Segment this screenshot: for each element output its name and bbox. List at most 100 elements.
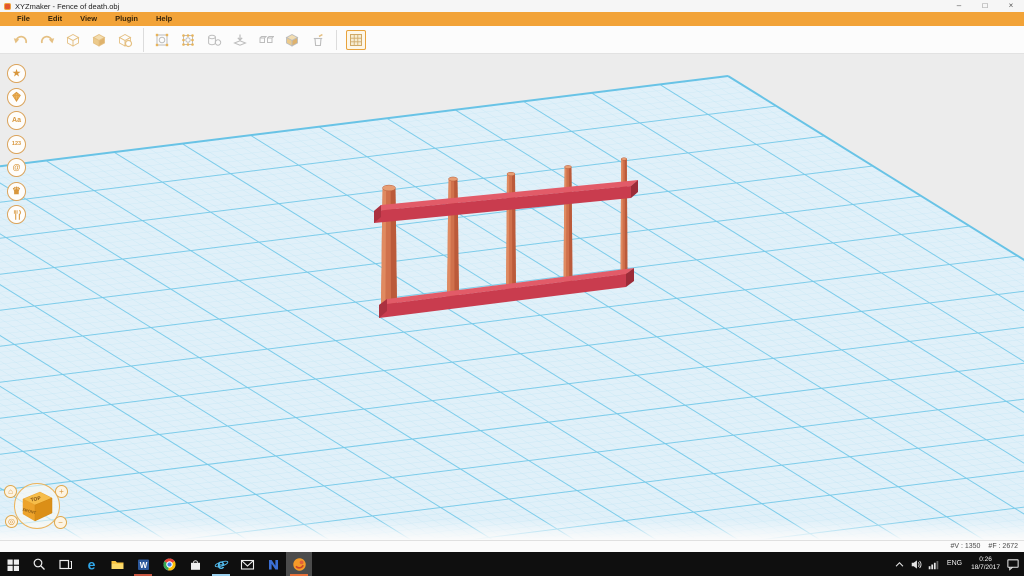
- delete-button[interactable]: [305, 28, 331, 52]
- mail-icon: [240, 559, 254, 570]
- sidebar-item-favorites[interactable]: ★: [7, 64, 26, 83]
- xyzmaker-icon: [292, 557, 306, 571]
- taskbar-internet-explorer-button[interactable]: e: [208, 552, 234, 576]
- transform-button[interactable]: [175, 28, 201, 52]
- status-bar: #V : 1350 #F : 2672: [0, 540, 1024, 552]
- windows-taskbar: e We ENG 0:26 18/7/2017: [0, 552, 1024, 576]
- tray-chevron-icon[interactable]: [892, 552, 908, 576]
- align-button[interactable]: [253, 28, 279, 52]
- mirror-button[interactable]: [201, 28, 227, 52]
- menu-view[interactable]: View: [71, 12, 106, 26]
- chrome-icon: [163, 557, 175, 570]
- new-model-button[interactable]: [60, 28, 86, 52]
- main-toolbar: [0, 26, 1024, 54]
- menu-help[interactable]: Help: [147, 12, 181, 26]
- system-tray: ENG 0:26 18/7/2017: [892, 552, 1024, 576]
- sidebar-item-shapes[interactable]: [7, 87, 26, 107]
- clock-date: 18/7/2017: [971, 564, 1000, 571]
- home-view-button[interactable]: ⌂: [4, 485, 17, 498]
- toolbar-group: [8, 28, 138, 52]
- action-center-icon[interactable]: [1005, 552, 1021, 576]
- window-controls: – □ ×: [946, 0, 1024, 12]
- drop-to-platform-button[interactable]: [227, 28, 253, 52]
- menu-file[interactable]: File: [8, 12, 39, 26]
- utensils-icon: [13, 209, 21, 220]
- redo-icon: [40, 35, 55, 43]
- numbers-icon: 123: [11, 141, 22, 147]
- title-bar: XYZmaker - Fence of death.obj – □ ×: [0, 0, 1024, 12]
- start-icon: [7, 559, 19, 571]
- sidebar-item-numbers[interactable]: 123: [7, 134, 26, 154]
- minimize-button[interactable]: –: [946, 0, 972, 12]
- menu-edit[interactable]: Edit: [39, 12, 71, 26]
- menu-plugin[interactable]: Plugin: [106, 12, 147, 26]
- language-indicator[interactable]: ENG: [943, 552, 966, 576]
- star-icon: ★: [12, 68, 21, 78]
- taskbar-file-explorer-button[interactable]: [104, 552, 130, 576]
- at-icon: @: [12, 163, 21, 172]
- app-window: XYZmaker - Fence of death.obj – □ × File Ed…: [0, 0, 1024, 576]
- redo-button[interactable]: [34, 28, 60, 52]
- taskbar-chrome-button[interactable]: [156, 552, 182, 576]
- taskbar-task-view-button[interactable]: [52, 552, 78, 576]
- sidebar-item-text[interactable]: Aa: [7, 111, 26, 130]
- taskbar-edge-button[interactable]: e: [78, 552, 104, 576]
- app-logo-icon: [4, 2, 11, 10]
- grid-view-button[interactable]: [346, 29, 366, 50]
- new-model-icon: [66, 33, 80, 47]
- window-title: XYZmaker - Fence of death.obj: [15, 1, 120, 11]
- 3d-viewport[interactable]: ★ Aa 123 @ ♛ TOP FRONT ⌂ + ◎ −: [0, 54, 1024, 540]
- clock-time: 0:26: [979, 555, 992, 563]
- 3d-viewport-canvas[interactable]: [0, 54, 1024, 540]
- volume-icon[interactable]: [909, 552, 925, 576]
- taskbar-xyzmaker-button[interactable]: [286, 552, 312, 576]
- sidebar-item-crown[interactable]: ♛: [7, 181, 26, 201]
- minimize-icon: –: [956, 1, 962, 10]
- taskbar-store-button[interactable]: [182, 552, 208, 576]
- taskbar-clock[interactable]: 0:26 18/7/2017: [967, 556, 1004, 573]
- zoom-in-button[interactable]: +: [55, 485, 68, 498]
- task-view-icon: [58, 559, 72, 569]
- undo-icon: [13, 35, 28, 43]
- select-model-button[interactable]: [149, 28, 175, 52]
- file-explorer-icon: [111, 560, 123, 569]
- paste-model-button[interactable]: [112, 28, 138, 52]
- menu-bar: File Edit View Plugin Help: [0, 12, 1024, 26]
- search-icon: [33, 558, 45, 570]
- sidebar-item-symbols[interactable]: @: [7, 158, 26, 177]
- crown-icon: ♛: [12, 185, 21, 197]
- copy-model-button[interactable]: [86, 28, 112, 52]
- taskbar-start-button[interactable]: [0, 552, 26, 576]
- word-icon: W: [137, 559, 149, 570]
- group-button[interactable]: [279, 28, 305, 52]
- internet-explorer-icon: e: [214, 557, 228, 572]
- taskbar-mail-button[interactable]: [234, 552, 260, 576]
- restore-icon: □: [982, 1, 988, 10]
- face-count: #F : 2672: [988, 543, 1018, 550]
- svg-text:e: e: [87, 557, 95, 572]
- svg-text:e: e: [217, 557, 225, 572]
- fit-view-button[interactable]: ◎: [5, 515, 18, 528]
- restore-button[interactable]: □: [972, 0, 998, 12]
- close-button[interactable]: ×: [998, 0, 1024, 12]
- text-icon: Aa: [12, 117, 21, 124]
- svg-text:W: W: [139, 560, 147, 569]
- transform-icon: [182, 33, 194, 46]
- taskbar-search-button[interactable]: [26, 552, 52, 576]
- toolbar-group: [143, 27, 331, 52]
- vertex-count: #V : 1350: [950, 543, 981, 550]
- delete-icon: [313, 33, 323, 46]
- taskbar-word-button[interactable]: W: [130, 552, 156, 576]
- zoom-out-button[interactable]: −: [54, 516, 67, 529]
- drop-to-platform-icon: [233, 34, 247, 46]
- mirror-icon: [208, 34, 222, 46]
- grid-view-icon: [350, 33, 362, 46]
- insert-tools-panel: ★ Aa 123 @ ♛: [7, 64, 26, 224]
- n-app-icon: [268, 559, 278, 569]
- undo-button[interactable]: [8, 28, 34, 52]
- gem-icon: [12, 91, 21, 102]
- taskbar-apps: e We: [0, 552, 312, 576]
- taskbar-n-app-button[interactable]: [260, 552, 286, 576]
- network-icon[interactable]: [926, 552, 942, 576]
- sidebar-item-utensils[interactable]: [7, 205, 26, 224]
